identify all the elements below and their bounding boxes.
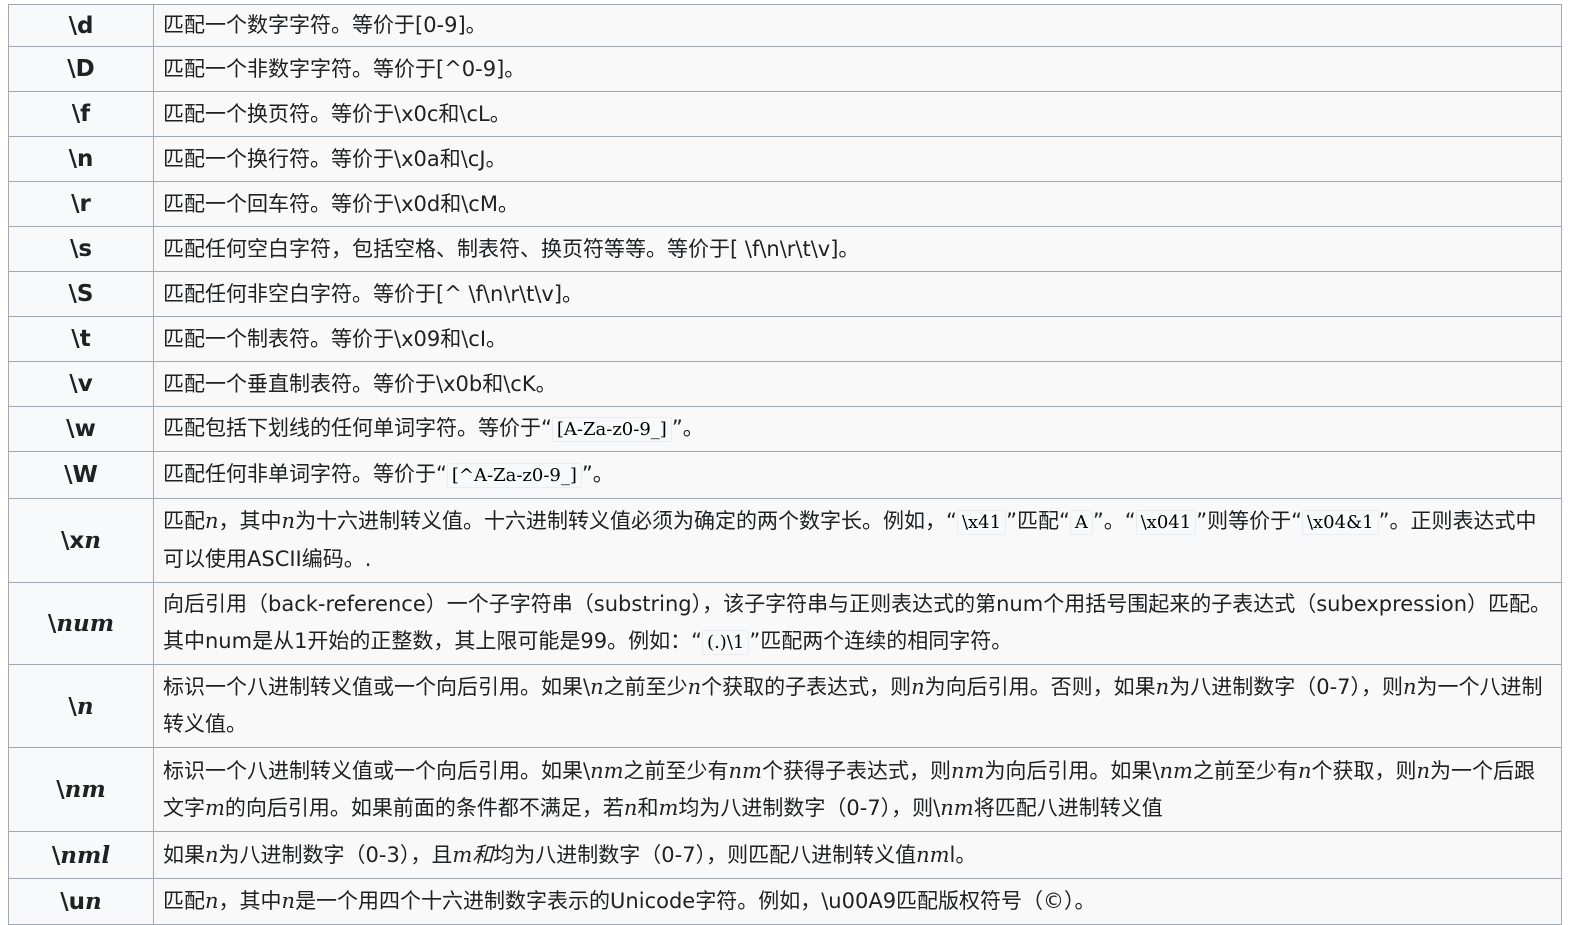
escape-description: 匹配一个换行符。等价于\x0a和\cJ。 [153, 136, 1562, 182]
escape-description: 标识一个八进制转义值或一个向后引用。如果\n之前至少n个获取的子表达式，则n为向… [153, 664, 1562, 748]
escape-key: \xn [8, 498, 154, 583]
escape-description: 标识一个八进制转义值或一个向后引用。如果\nm之前至少有nm个获得子表达式，则n… [153, 747, 1562, 832]
escape-key: \D [8, 46, 154, 92]
table-row: \d 匹配一个数字字符。等价于[0-9]。 [8, 4, 1562, 47]
escape-key: \nm [8, 747, 154, 832]
escape-description: 匹配任何非空白字符。等价于[^ \f\n\r\t\v]。 [153, 271, 1562, 317]
table-row: \t 匹配一个制表符。等价于\x09和\cI。 [8, 316, 1562, 362]
escape-description: 匹配一个制表符。等价于\x09和\cI。 [153, 316, 1562, 362]
table-row: \w 匹配包括下划线的任何单词字符。等价于“ [A-Za-z0-9_]”。 [8, 406, 1562, 452]
escape-key: \n [8, 664, 154, 748]
regex-escape-table: \d 匹配一个数字字符。等价于[0-9]。 \D 匹配一个非数字字符。等价于[^… [8, 4, 1562, 925]
code-snippet: \x041 [1135, 510, 1197, 535]
table-row: \W 匹配任何非单词字符。等价于“ [^A-Za-z0-9_]”。 [8, 451, 1562, 499]
escape-description: 匹配包括下划线的任何单词字符。等价于“ [A-Za-z0-9_]”。 [153, 406, 1562, 452]
code-snippet: A [1069, 510, 1093, 535]
escape-key: \un [8, 878, 154, 925]
escape-key: \num [8, 582, 154, 665]
escape-key: \W [8, 451, 154, 499]
table-row: \xn 匹配n，其中n为十六进制转义值。十六进制转义值必须为确定的两个数字长。例… [8, 498, 1562, 583]
escape-description: 匹配n，其中n是一个用四个十六进制数字表示的Unicode字符。例如，\u00A… [153, 878, 1562, 925]
escape-description: 匹配一个回车符。等价于\x0d和\cM。 [153, 181, 1562, 227]
escape-key: \S [8, 271, 154, 317]
escape-key: \r [8, 181, 154, 227]
escape-description: 匹配一个数字字符。等价于[0-9]。 [153, 4, 1562, 47]
escape-key: \f [8, 91, 154, 137]
table-row: \n 匹配一个换行符。等价于\x0a和\cJ。 [8, 136, 1562, 182]
code-snippet: \x41 [956, 510, 1007, 535]
code-snippet: \x04&1 [1301, 510, 1379, 535]
escape-description: 匹配任何空白字符，包括空格、制表符、换页符等等。等价于[ \f\n\r\t\v]… [153, 226, 1562, 272]
escape-key: \n [8, 136, 154, 182]
table-row: \r 匹配一个回车符。等价于\x0d和\cM。 [8, 181, 1562, 227]
escape-description: 匹配n，其中n为十六进制转义值。十六进制转义值必须为确定的两个数字长。例如，“ \… [153, 498, 1562, 583]
code-snippet: (.)\1 [702, 630, 750, 655]
table-row: \un 匹配n，其中n是一个用四个十六进制数字表示的Unicode字符。例如，\… [8, 878, 1562, 925]
table-row: \num 向后引用（back-reference）一个子字符串（substrin… [8, 582, 1562, 665]
escape-description: 匹配一个非数字字符。等价于[^0-9]。 [153, 46, 1562, 92]
escape-key: \d [8, 4, 154, 47]
table-row: \S 匹配任何非空白字符。等价于[^ \f\n\r\t\v]。 [8, 271, 1562, 317]
escape-description: 匹配一个换页符。等价于\x0c和\cL。 [153, 91, 1562, 137]
code-snippet: [^A-Za-z0-9_] [446, 463, 582, 488]
escape-description: 匹配一个垂直制表符。等价于\x0b和\cK。 [153, 361, 1562, 407]
table-row: \v 匹配一个垂直制表符。等价于\x0b和\cK。 [8, 361, 1562, 407]
escape-description: 如果n为八进制数字（0-3），且m和均为八进制数字（0-7），则匹配八进制转义值… [153, 831, 1562, 879]
table-row: \n 标识一个八进制转义值或一个向后引用。如果\n之前至少n个获取的子表达式，则… [8, 664, 1562, 748]
escape-key: \t [8, 316, 154, 362]
code-snippet: [A-Za-z0-9_] [551, 417, 672, 442]
escape-description: 匹配任何非单词字符。等价于“ [^A-Za-z0-9_]”。 [153, 451, 1562, 499]
escape-key: \v [8, 361, 154, 407]
table-row: \f 匹配一个换页符。等价于\x0c和\cL。 [8, 91, 1562, 137]
table-row: \s 匹配任何空白字符，包括空格、制表符、换页符等等。等价于[ \f\n\r\t… [8, 226, 1562, 272]
escape-key: \s [8, 226, 154, 272]
table-row: \nm 标识一个八进制转义值或一个向后引用。如果\nm之前至少有nm个获得子表达… [8, 747, 1562, 832]
escape-description: 向后引用（back-reference）一个子字符串（substring），该子… [153, 582, 1562, 665]
table-row: \D 匹配一个非数字字符。等价于[^0-9]。 [8, 46, 1562, 92]
escape-key: \w [8, 406, 154, 452]
escape-key: \nml [8, 831, 154, 879]
table-row: \nml 如果n为八进制数字（0-3），且m和均为八进制数字（0-7），则匹配八… [8, 831, 1562, 879]
